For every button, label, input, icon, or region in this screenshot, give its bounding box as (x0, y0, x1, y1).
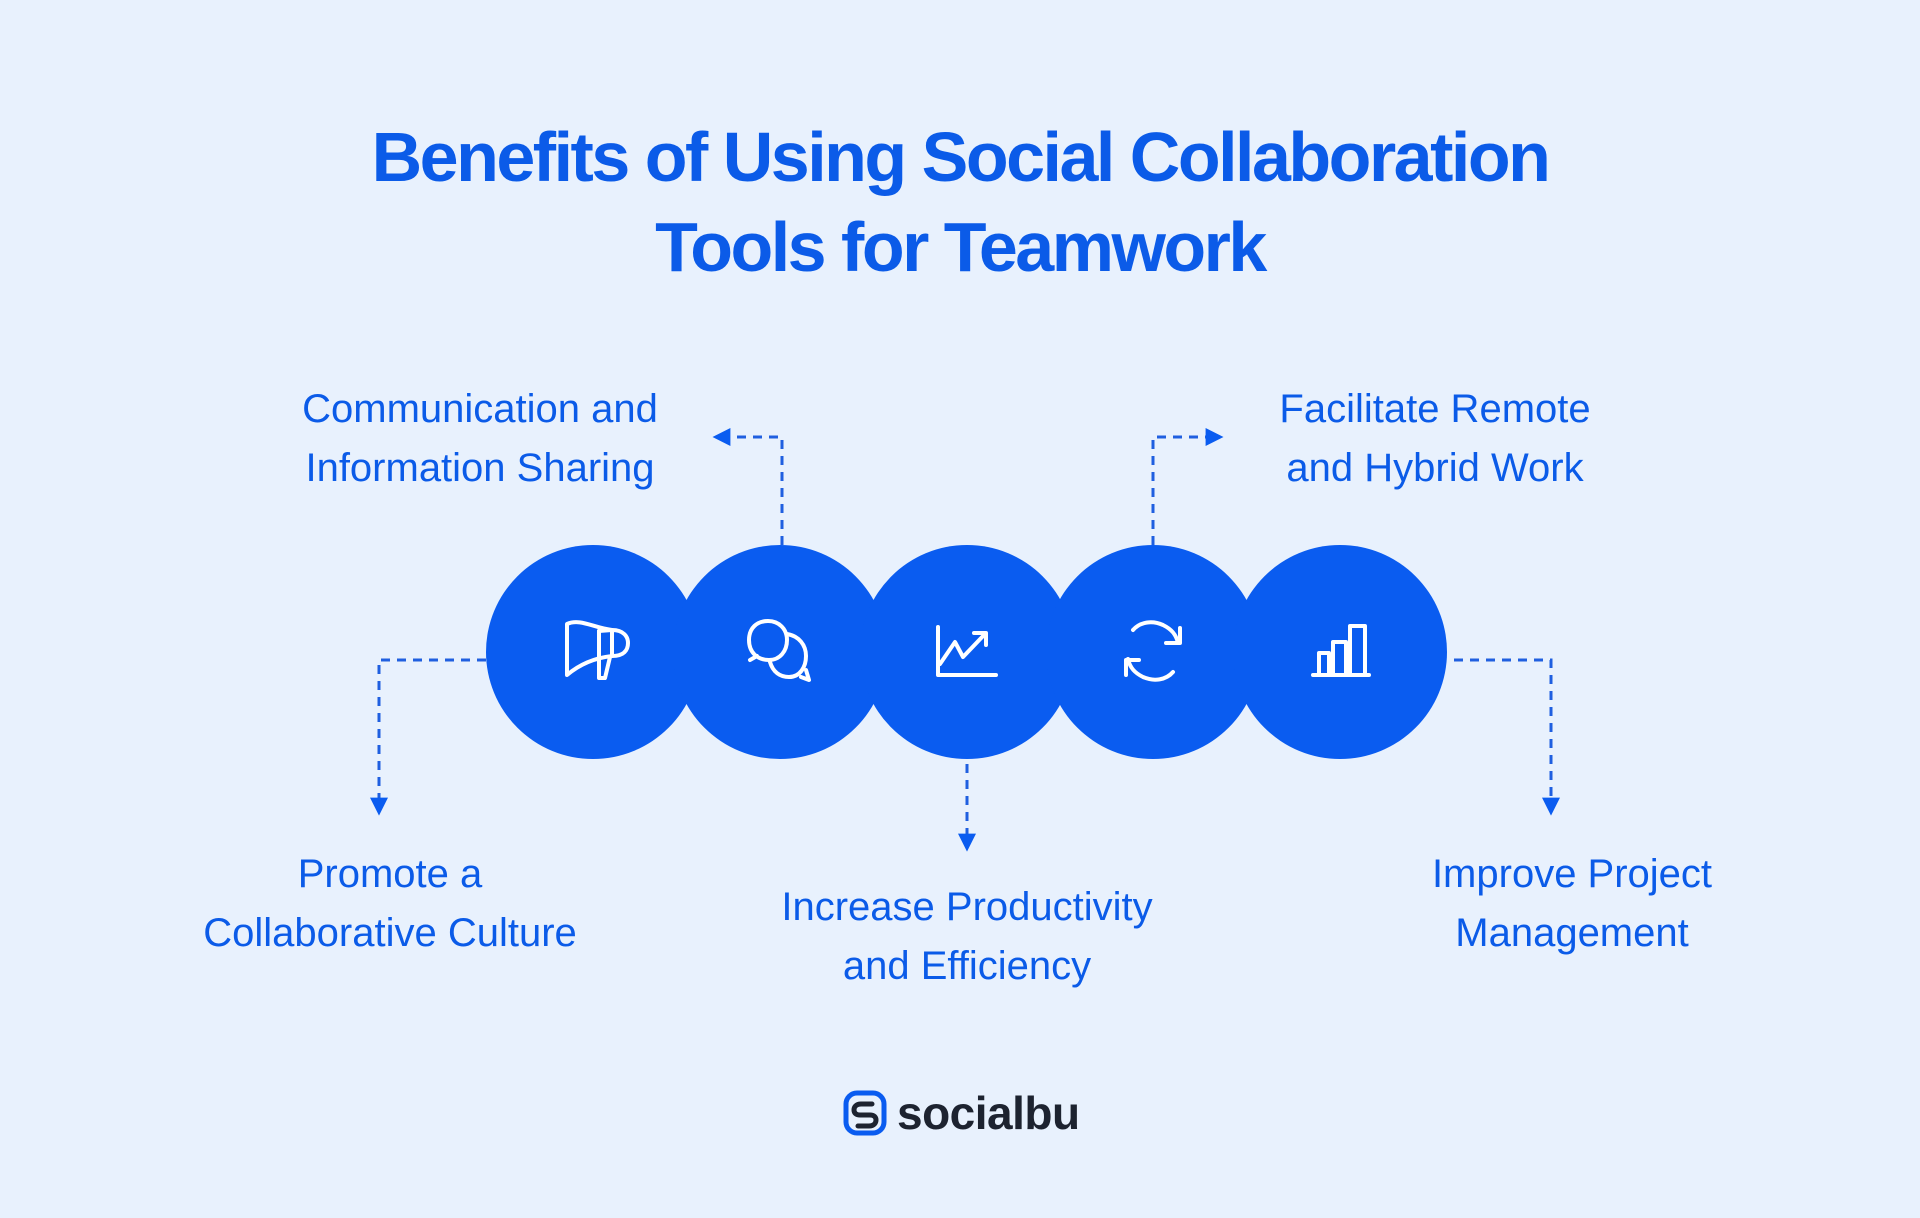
label-line: Improve Project (1431, 852, 1713, 896)
label-line: Promote a (297, 852, 483, 896)
step-circle-5 (1233, 545, 1447, 759)
label-remote-work: Facilitate Remote and Hybrid Work (1279, 380, 1590, 498)
step-circle-4 (1046, 545, 1260, 759)
label-communication: Communication and Information Sharing (302, 380, 658, 498)
label-line: and Efficiency (842, 944, 1092, 988)
connector-remote-work (1151, 428, 1224, 545)
logo-text: socialbu (897, 1087, 1080, 1139)
label-line: Increase Productivity (781, 885, 1153, 929)
connector-promote-culture (370, 658, 486, 816)
benefits-diagram (370, 428, 1560, 852)
connector-project-management (1454, 658, 1560, 816)
socialbu-logo: socialbu (843, 1088, 1080, 1138)
label-line: Collaborative Culture (203, 911, 577, 955)
socialbu-logo-icon (843, 1090, 887, 1136)
label-line: Facilitate Remote (1279, 387, 1591, 431)
label-line: Management (1455, 911, 1689, 955)
label-productivity: Increase Productivity and Efficiency (781, 878, 1152, 996)
connector-communication (712, 428, 784, 545)
step-circle-2 (673, 545, 887, 759)
step-circle-1 (486, 545, 700, 759)
label-line: Information Sharing (305, 446, 655, 490)
label-line: Communication and (302, 387, 658, 431)
label-promote-culture: Promote a Collaborative Culture (203, 845, 577, 963)
label-line: and Hybrid Work (1286, 446, 1584, 490)
label-project-management: Improve Project Management (1432, 845, 1712, 963)
